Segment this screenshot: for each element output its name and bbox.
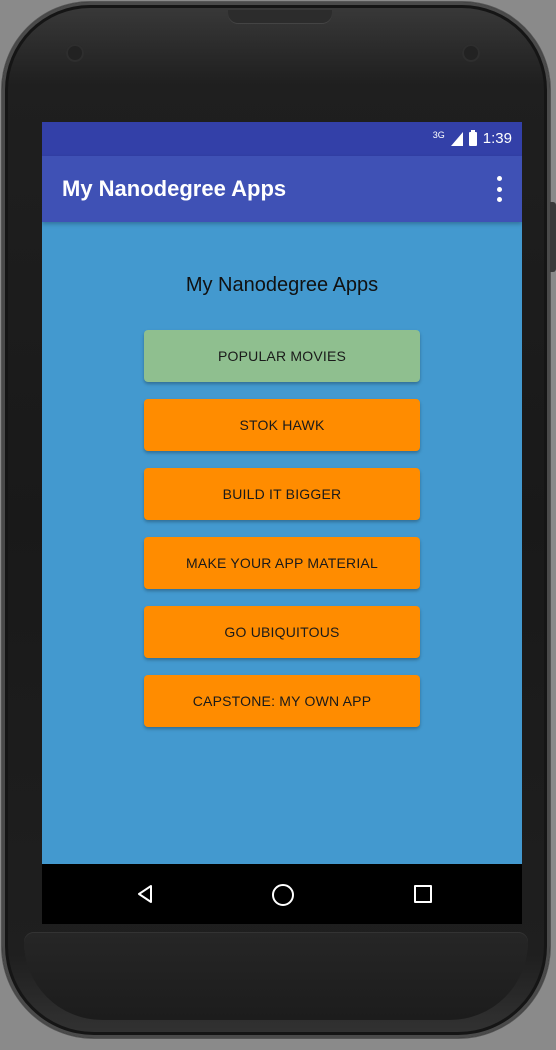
- capstone-button[interactable]: CAPSTONE: MY OWN APP: [144, 675, 420, 727]
- volume-button: [550, 202, 556, 272]
- go-ubiquitous-button[interactable]: GO UBIQUITOUS: [144, 606, 420, 658]
- app-title: My Nanodegree Apps: [62, 176, 287, 201]
- device-screen: 3G 1:39 My Nanodegree Apps My Nanodegree…: [42, 122, 522, 924]
- make-your-app-material-button[interactable]: MAKE YOUR APP MATERIAL: [144, 537, 420, 589]
- front-sensor: [66, 44, 84, 62]
- earpiece-speaker: [228, 10, 332, 24]
- front-camera: [462, 44, 480, 62]
- status-indicators: 3G 1:39: [432, 129, 512, 147]
- app-bar: My Nanodegree Apps: [42, 156, 522, 222]
- battery-icon: [468, 129, 477, 146]
- home-icon[interactable]: [272, 884, 294, 906]
- navigation-bar: [42, 864, 522, 924]
- stok-hawk-button[interactable]: STOK HAWK: [144, 399, 420, 451]
- network-type: 3G: [432, 129, 445, 140]
- recent-apps-icon[interactable]: [414, 885, 432, 903]
- status-bar: 3G 1:39: [42, 122, 522, 156]
- page-heading: My Nanodegree Apps: [185, 274, 379, 296]
- back-icon[interactable]: [136, 884, 154, 904]
- phone-chin: [24, 932, 528, 1020]
- status-time: 1:39: [482, 130, 512, 147]
- popular-movies-button[interactable]: POPULAR MOVIES: [144, 330, 420, 382]
- phone-frame: 3G 1:39 My Nanodegree Apps My Nanodegree…: [2, 2, 556, 1038]
- build-it-bigger-button[interactable]: BUILD IT BIGGER: [144, 468, 420, 520]
- signal-icon: [450, 131, 463, 146]
- more-vert-icon[interactable]: [494, 176, 504, 202]
